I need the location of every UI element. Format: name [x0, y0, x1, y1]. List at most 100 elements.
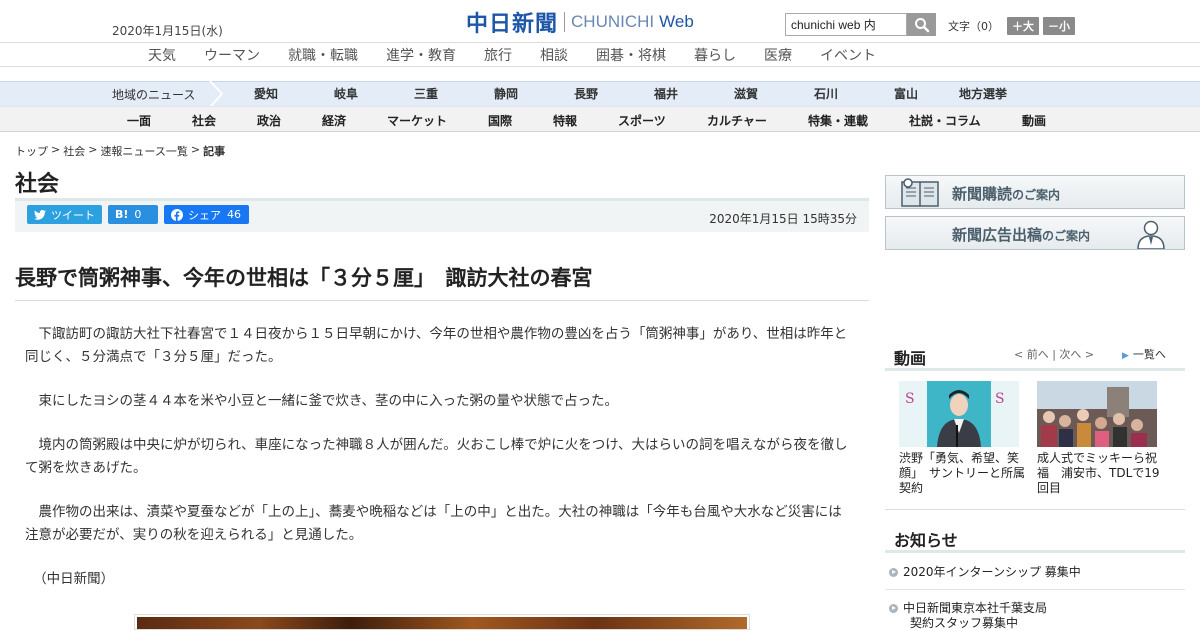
arrow-circle-icon [889, 604, 898, 613]
video-section-title: 動画 [894, 349, 927, 368]
businessperson-icon [1137, 220, 1165, 249]
video-list-link[interactable]: ▶ 一覧へ [1122, 346, 1166, 362]
notice-item[interactable]: 2020年インターンシップ 募集中 [889, 565, 1081, 580]
section-nav-item[interactable]: 一面 [127, 112, 151, 129]
subscription-banner-main: 新聞購読 [952, 185, 1013, 203]
section-title: 社会 [15, 172, 60, 197]
font-size-control: 文字（0） ＋大 －小 [948, 17, 1075, 35]
video-caption[interactable]: 渋野「勇気、希望、笑顔」 サントリーと所属契約 [899, 451, 1027, 496]
service-nav-item[interactable]: 天気 [148, 45, 176, 65]
region-nav-item[interactable]: 三重 [414, 85, 438, 102]
section-nav-item[interactable]: 社説・コラム [909, 112, 981, 129]
subscription-banner-sub: のご案内 [1012, 188, 1061, 202]
svg-text:S: S [905, 391, 915, 407]
article-body: 下諏訪町の諏訪大社下社春宮で１４日夜から１５日早朝にかけ、今年の世相や農作物の豊… [25, 323, 855, 612]
service-nav-item[interactable]: 旅行 [484, 45, 512, 65]
font-size-label: 文字（0） [948, 20, 999, 33]
notice-item-text: 中日新聞東京本社千葉支局 [903, 601, 1048, 615]
region-nav-item[interactable]: 福井 [654, 85, 678, 102]
advertising-banner-sub: のご案内 [1042, 229, 1091, 243]
region-nav-label: 地域のニュース [112, 88, 196, 102]
region-nav-item[interactable]: 滋賀 [734, 85, 758, 102]
breadcrumb-separator: > [190, 143, 201, 156]
notice-item[interactable]: 中日新聞東京本社千葉支局 契約スタッフ募集中 [889, 601, 1047, 630]
video-section-header: 動画 < 前へ | 次へ > ▶ 一覧へ [885, 339, 1185, 371]
breadcrumb-link-news-list[interactable]: 速報ニュース一覧 [100, 143, 187, 159]
article-paragraph: 下諏訪町の諏訪大社下社春宮で１４日夜から１５日早朝にかけ、今年の世相や農作物の豊… [25, 326, 848, 365]
region-nav-item[interactable]: 地方選挙 [959, 85, 1007, 102]
search-button[interactable] [907, 13, 936, 36]
section-nav: 一面 社会 政治 経済 マーケット 国際 特報 スポーツ カルチャー 特集・連載… [0, 106, 1200, 132]
video-next-link[interactable]: 次へ [1059, 348, 1081, 361]
section-nav-item[interactable]: 動画 [1022, 112, 1046, 129]
video-thumbnail[interactable]: S S [899, 381, 1019, 447]
triangle-right-icon: ▶ [1122, 351, 1129, 361]
facebook-icon [171, 208, 183, 221]
notice-item-subtext: 契約スタッフ募集中 [910, 616, 1019, 630]
breadcrumb-link-society[interactable]: 社会 [63, 143, 85, 159]
video-thumbnail-image: S S [899, 381, 1019, 447]
facebook-share-label: シェア [188, 208, 221, 222]
service-nav-item[interactable]: ウーマン [204, 45, 260, 65]
breadcrumb-separator: > [88, 143, 98, 156]
hatena-bookmark-button[interactable]: B! 0 [108, 205, 158, 224]
published-datetime: 2020年1月15日 15時35分 [709, 212, 857, 226]
chevron-right-icon [209, 81, 224, 107]
service-nav-item[interactable]: 暮らし [694, 45, 736, 65]
site-logo[interactable]: 中日新聞 CHUNICHI Web [466, 8, 694, 37]
article-headline: 長野で筒粥神事、今年の世相は「３分５厘」 諏訪大社の春宮 [15, 266, 593, 290]
region-nav-item[interactable]: 石川 [814, 85, 838, 102]
advertising-banner-text: 新聞広告出稿のご案内 [952, 224, 1090, 245]
facebook-share-count: 46 [227, 208, 241, 221]
region-nav-item[interactable]: 愛知 [254, 85, 278, 102]
section-nav-item[interactable]: マーケット [387, 112, 447, 129]
section-nav-item[interactable]: スポーツ [618, 112, 666, 129]
section-nav-item[interactable]: 特集・連載 [808, 112, 868, 129]
font-size-down-button[interactable]: －小 [1043, 17, 1075, 35]
newspaper-reading-icon [901, 178, 939, 207]
font-size-up-button[interactable]: ＋大 [1007, 17, 1039, 35]
video-caption[interactable]: 成人式でミッキーら祝福 浦安市、TDLで19回目 [1037, 451, 1165, 496]
article-paragraph: 境内の筒粥殿は中央に炉が切られ、車座になった神職８人が囲んだ。火おこし棒で炉に火… [25, 437, 848, 476]
hatena-count: 0 [134, 208, 142, 221]
region-nav-item[interactable]: 静岡 [494, 85, 518, 102]
region-nav-item[interactable]: 長野 [574, 85, 598, 102]
breadcrumb-current: 記事 [203, 145, 226, 158]
logo-jp: 中日新聞 [466, 12, 559, 37]
video-thumbnail-image [1037, 381, 1157, 447]
article-paragraph: 束にしたヨシの茎４４本を米や小豆と一緒に釜で炊き、茎の中に入った粥の量や状態で占… [38, 393, 619, 409]
tweet-label: ツイート [51, 208, 95, 222]
service-nav-item[interactable]: 囲碁・将棋 [596, 45, 666, 65]
tweet-button[interactable]: ツイート [27, 205, 102, 224]
section-nav-item[interactable]: 社会 [192, 112, 216, 129]
advertising-banner-main: 新聞広告出稿 [952, 226, 1043, 244]
section-nav-item[interactable]: 政治 [257, 112, 281, 129]
article-photo[interactable] [134, 614, 750, 630]
video-pager: < 前へ | 次へ > [1014, 348, 1095, 361]
advertising-banner[interactable]: 新聞広告出稿のご案内 [885, 216, 1185, 250]
video-thumbnail[interactable] [1037, 381, 1157, 447]
subscription-banner[interactable]: 新聞購読のご案内 [885, 175, 1185, 209]
service-nav-item[interactable]: 相談 [540, 45, 568, 65]
facebook-share-button[interactable]: シェア 46 [164, 205, 249, 224]
service-nav-item[interactable]: 就職・転職 [288, 45, 358, 65]
logo-web: Web [659, 12, 694, 31]
notice-section-header: お知らせ [885, 523, 1185, 553]
search-input[interactable] [785, 13, 907, 36]
region-nav-item[interactable]: 富山 [894, 85, 918, 102]
region-nav-item[interactable]: 岐阜 [334, 85, 358, 102]
section-nav-item[interactable]: 国際 [488, 112, 512, 129]
section-nav-item[interactable]: 経済 [322, 112, 346, 129]
video-list-label: 一覧へ [1132, 348, 1166, 361]
section-nav-item[interactable]: カルチャー [707, 112, 767, 129]
header-date: 2020年1月15日(水) [112, 24, 223, 38]
share-bar: ツイート B! 0 シェア 46 2020年1月15日 15時35分 [15, 201, 869, 232]
service-nav-item[interactable]: 進学・教育 [386, 45, 456, 65]
video-prev-link[interactable]: 前へ [1027, 348, 1049, 361]
subscription-banner-text: 新聞購読のご案内 [952, 183, 1060, 204]
section-nav-item[interactable]: 特報 [553, 112, 577, 129]
search-icon [914, 17, 929, 32]
service-nav-item[interactable]: イベント [820, 45, 876, 65]
breadcrumb-link-top[interactable]: トップ [15, 143, 48, 159]
service-nav-item[interactable]: 医療 [764, 45, 792, 65]
